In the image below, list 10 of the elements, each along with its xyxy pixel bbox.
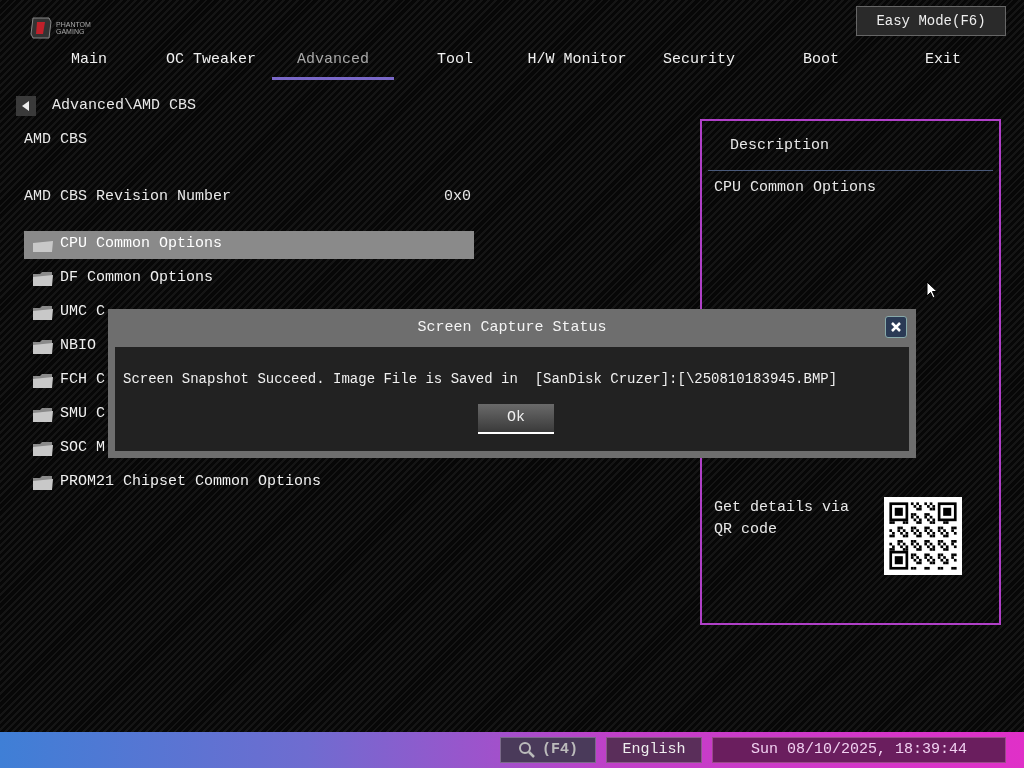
description-text: CPU Common Options [714,177,878,198]
description-title: Description [730,136,831,156]
dialog-title: Screen Capture Status [417,317,607,338]
setting-label: AMD CBS Revision Number [24,186,233,207]
setting-value: 0x0 [444,186,471,207]
section-title: AMD CBS [24,130,88,150]
breadcrumb: Advanced\AMD CBS [52,95,197,116]
qr-hint: Get details via QR code [714,498,851,540]
date-time: Sun 08/10/2025, 18:39:44 [712,737,1006,763]
dialog-message: Screen Snapshot Succeed. Image File is Saved in [SanDisk Cruzer]:[\250810183945.BMP] [123,370,838,389]
